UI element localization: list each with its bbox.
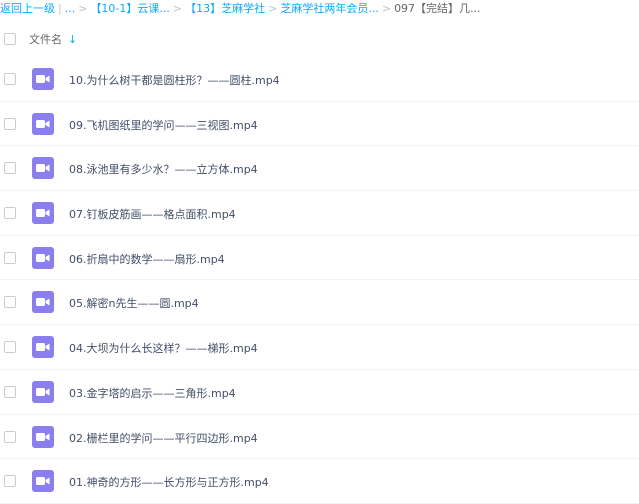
file-name[interactable]: 10.为什么树干都是圆柱形？——圆柱.mp4 [69, 72, 280, 88]
file-name[interactable]: 01.神奇的方形——长方形与正方形.mp4 [69, 474, 269, 490]
breadcrumb-item-1[interactable]: 【10-1】云课... [90, 1, 169, 17]
breadcrumb-item-2[interactable]: 【13】芝麻学社 [185, 1, 265, 17]
video-file-icon [32, 380, 54, 403]
video-file-icon [32, 68, 54, 90]
row-checkbox[interactable] [4, 251, 16, 264]
row-checkbox[interactable] [4, 73, 16, 85]
breadcrumb-current: 097【完结】几... [394, 2, 481, 15]
file-name[interactable]: 06.折扇中的数学——扇形.mp4 [69, 251, 225, 267]
video-file-icon [32, 112, 54, 135]
video-file-icon [32, 425, 54, 448]
sort-arrow-down-icon[interactable]: ↓ [68, 34, 77, 45]
video-file-icon [32, 470, 54, 493]
list-header: 文件名 ↓ [0, 28, 639, 50]
row-checkbox[interactable] [4, 430, 16, 443]
breadcrumb-item-3[interactable]: 芝麻学社两年会员... [280, 1, 379, 17]
breadcrumb-divider: | [58, 2, 62, 15]
file-name[interactable]: 07.钉板皮筋画——格点面积.mp4 [69, 206, 236, 222]
breadcrumb-ellipsis[interactable]: ... [65, 1, 76, 17]
file-name[interactable]: 09.飞机图纸里的学问——三视图.mp4 [69, 117, 258, 133]
breadcrumb: 返回上一级 | ... > 【10-1】云课... > 【13】芝麻学社 > 芝… [0, 0, 639, 18]
column-filename-label: 文件名 [29, 33, 62, 46]
file-row[interactable]: 07.钉板皮筋画——格点面积.mp4 [0, 191, 639, 236]
video-file-icon [32, 202, 54, 225]
file-row[interactable]: 01.神奇的方形——长方形与正方形.mp4 [0, 459, 639, 504]
file-row[interactable]: 08.泳池里有多少水？——立方体.mp4 [0, 146, 639, 192]
video-file-icon [32, 157, 54, 180]
file-row[interactable]: 03.金字塔的启示——三角形.mp4 [0, 370, 639, 415]
row-checkbox[interactable] [4, 162, 16, 175]
column-filename[interactable]: 文件名 ↓ [29, 31, 77, 47]
file-row[interactable]: 09.飞机图纸里的学问——三视图.mp4 [0, 102, 639, 147]
breadcrumb-separator: > [172, 2, 183, 15]
file-name[interactable]: 05.解密n先生——圆.mp4 [69, 295, 199, 311]
video-file-icon [32, 246, 54, 269]
file-row[interactable]: 02.栅栏里的学问——平行四边形.mp4 [0, 415, 639, 460]
file-row[interactable]: 05.解密n先生——圆.mp4 [0, 280, 639, 326]
breadcrumb-separator: > [268, 2, 278, 15]
breadcrumb-separator: > [78, 2, 88, 15]
file-list: 10.为什么树干都是圆柱形？——圆柱.mp4 09.飞机图纸里的学问——三视图.m… [0, 57, 639, 504]
back-link[interactable]: 返回上一级 [0, 1, 55, 17]
file-row[interactable]: 04.大坝为什么长这样？——梯形.mp4 [0, 325, 639, 370]
row-checkbox[interactable] [4, 341, 16, 354]
row-checkbox[interactable] [4, 385, 16, 398]
select-all-checkbox[interactable] [4, 33, 16, 45]
file-name[interactable]: 08.泳池里有多少水？——立方体.mp4 [69, 161, 258, 177]
row-checkbox[interactable] [4, 296, 16, 309]
file-row[interactable]: 10.为什么树干都是圆柱形？——圆柱.mp4 [0, 57, 639, 102]
file-row[interactable]: 06.折扇中的数学——扇形.mp4 [0, 236, 639, 281]
row-checkbox[interactable] [4, 117, 16, 130]
file-name[interactable]: 02.栅栏里的学问——平行四边形.mp4 [69, 430, 258, 446]
breadcrumb-separator: > [381, 2, 392, 15]
file-name[interactable]: 03.金字塔的启示——三角形.mp4 [69, 385, 236, 401]
row-checkbox[interactable] [4, 475, 16, 488]
video-file-icon [32, 336, 54, 359]
row-checkbox[interactable] [4, 207, 16, 220]
file-name[interactable]: 04.大坝为什么长这样？——梯形.mp4 [69, 340, 258, 356]
video-file-icon [32, 291, 54, 314]
